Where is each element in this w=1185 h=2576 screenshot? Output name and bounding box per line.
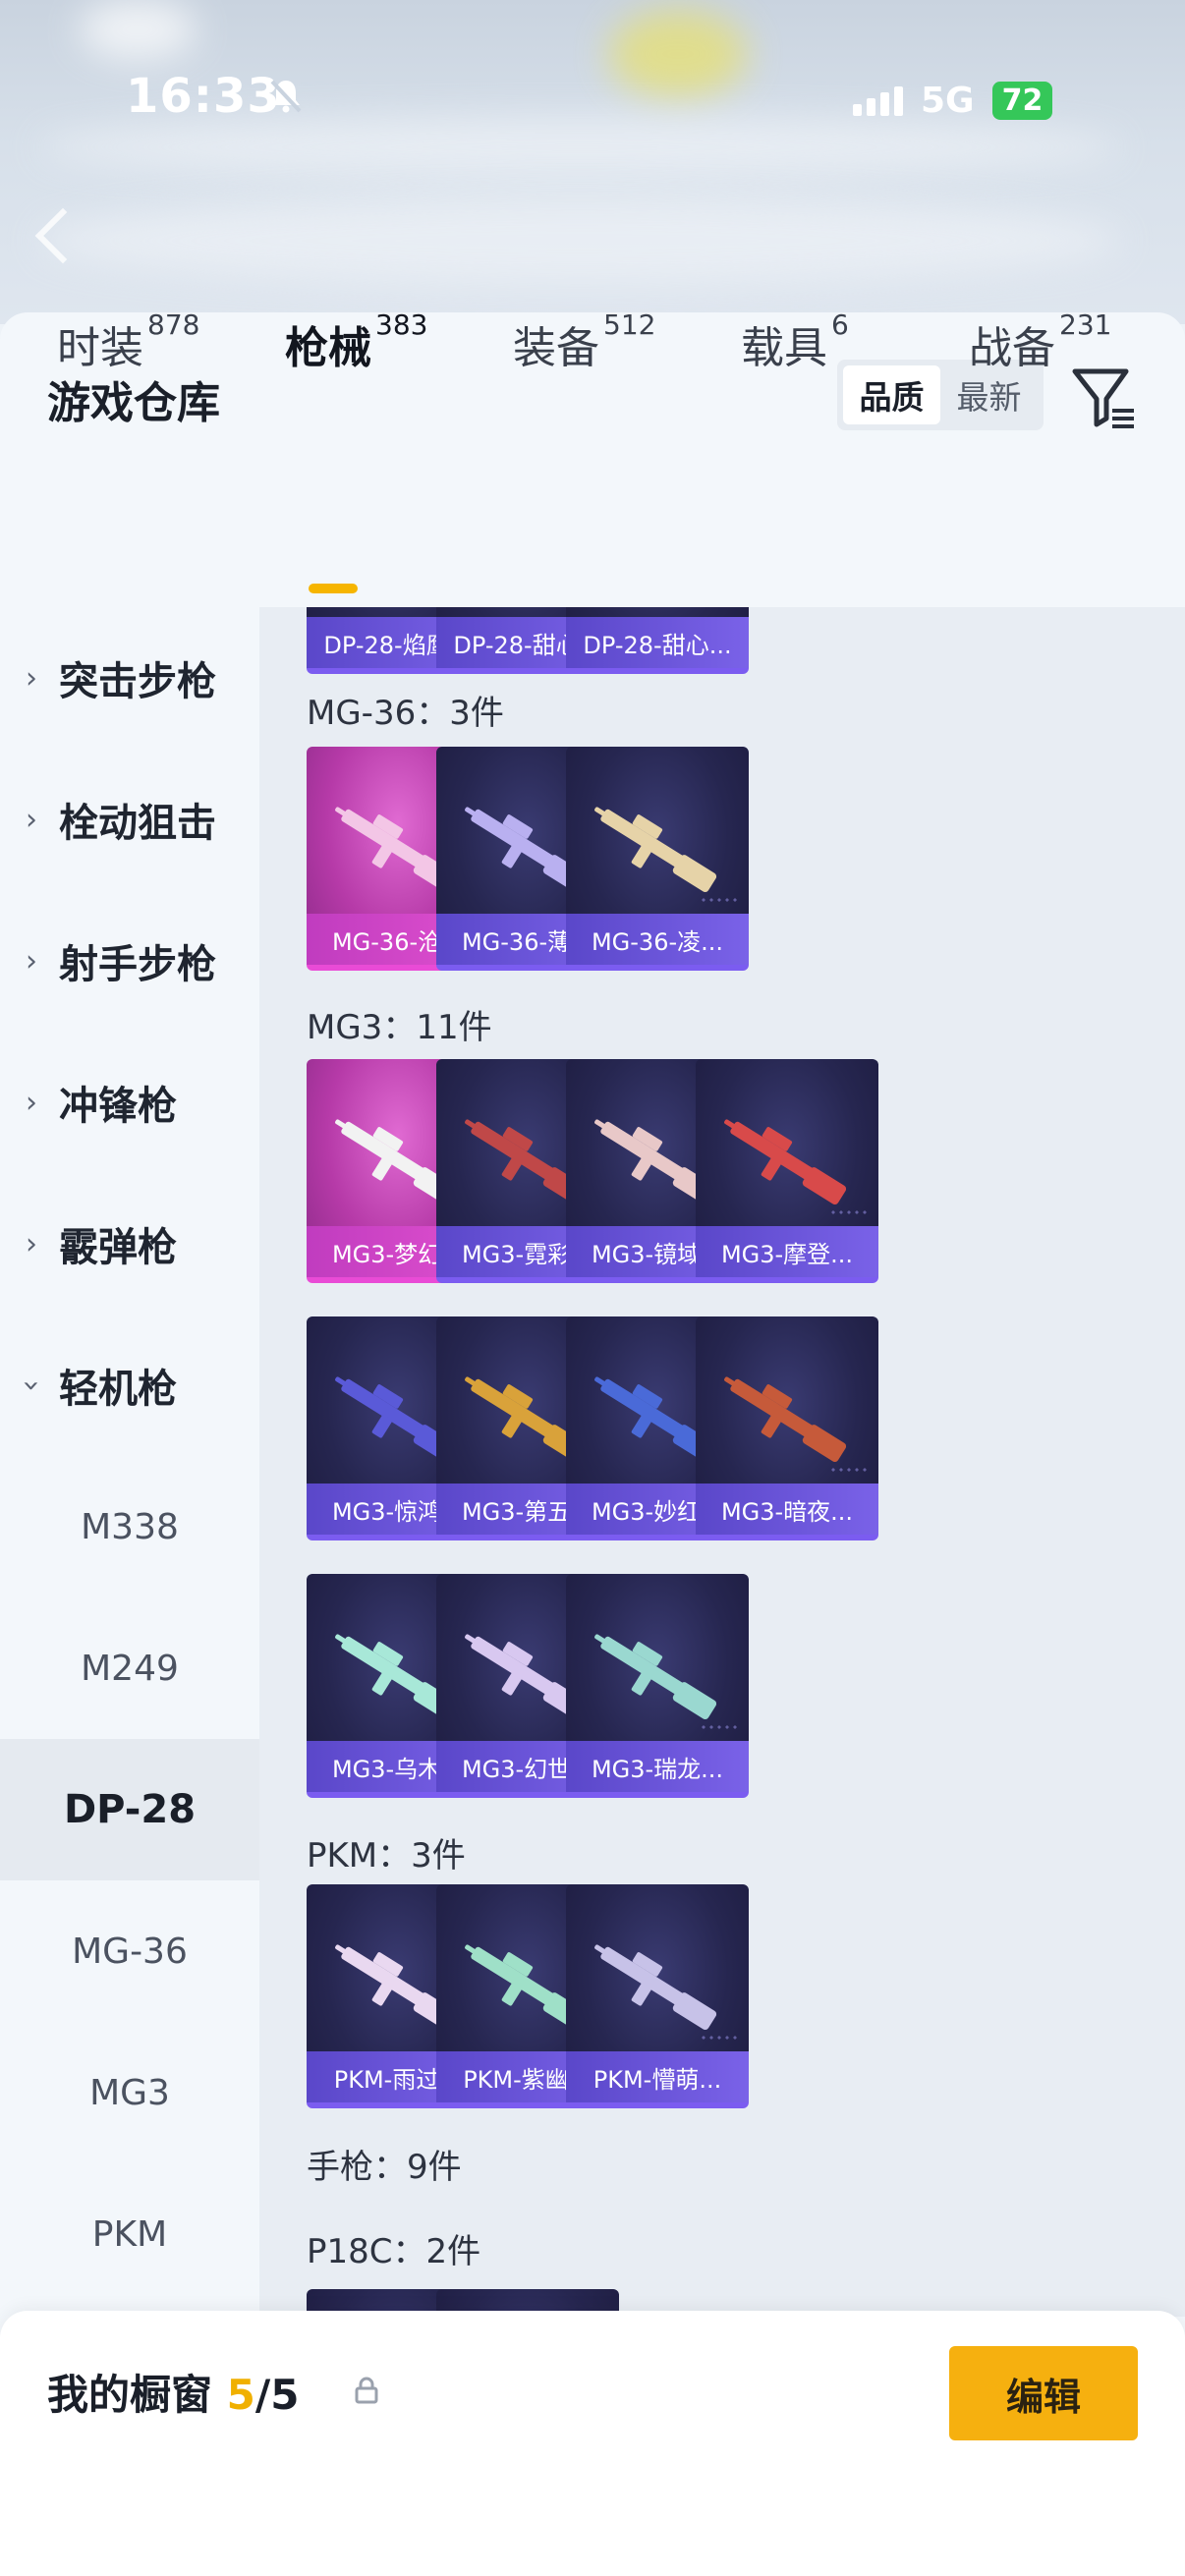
tab-label: 装备 (513, 323, 599, 373)
tab-label: 时装 (57, 323, 143, 373)
sidebar-subitem-mg3[interactable]: MG3 (0, 2022, 259, 2163)
sidebar-subitem-mg36[interactable]: MG-36 (0, 1880, 259, 2022)
chevron-right-icon: › (26, 660, 37, 696)
weapon-card[interactable]: MG3-摩登... (696, 1059, 878, 1283)
weapon-card[interactable]: MG3-瑞龙... (566, 1574, 749, 1798)
sidebar-subitem-label: M249 (81, 1648, 179, 1689)
blurred-decoration (79, 0, 197, 59)
sidebar-subitem-label: M338 (81, 1506, 179, 1547)
card-decoration (700, 896, 739, 906)
background-header: 16:33 5G 72 (0, 0, 1185, 324)
sidebar-subitem-m249[interactable]: M249 (0, 1597, 259, 1739)
tab-tactical[interactable]: 战备 231 (969, 312, 1111, 420)
bell-mute-icon (267, 77, 305, 114)
sidebar-item-marksman-rifle[interactable]: › 射手步枪 (0, 890, 259, 1032)
sidebar-item-label: 轻机枪 (59, 1367, 177, 1412)
weapon-image (724, 1119, 847, 1205)
card-decoration (700, 607, 739, 609)
group-header-pkm: PKM：3件 (307, 1836, 466, 1876)
tab-count: 512 (603, 312, 656, 341)
sidebar-item-bolt-sniper[interactable]: › 栓动狙击 (0, 749, 259, 890)
blurred-decoration (39, 196, 1120, 285)
sidebar-item-smg[interactable]: › 冲锋枪 (0, 1032, 259, 1173)
tab-count: 878 (147, 312, 200, 341)
tab-count: 6 (831, 312, 849, 341)
sidebar-item-assault-rifle[interactable]: › 突击步枪 (0, 607, 259, 749)
sidebar-item-label: 突击步枪 (59, 659, 216, 704)
weapon-card[interactable]: PKM-懵萌... (566, 1884, 749, 2108)
weapon-card[interactable]: MG3-暗夜... (696, 1316, 878, 1540)
weapon-image (594, 807, 717, 893)
tab-label: 战备 (969, 323, 1055, 373)
group-header-pistol: 手枪：9件 (307, 2148, 462, 2187)
weapon-name: MG3-瑞龙... (566, 1741, 749, 1792)
sidebar-subitem-label: MG-36 (72, 1931, 188, 1972)
sidebar-item-label: 冲锋枪 (59, 1084, 177, 1129)
showcase-total: /5 (254, 2371, 300, 2419)
chevron-down-icon: › (14, 1379, 49, 1391)
sidebar-item-lmg[interactable]: › 轻机枪 (0, 1315, 259, 1456)
tab-fashion[interactable]: 时装 878 (57, 312, 199, 420)
warehouse-sheet: 游戏仓库 品质 最新 时装 878 枪械 383 装备 512 载具 6 战备 231 ›… (0, 312, 1185, 2576)
weapon-name: PKM-懵萌... (566, 2051, 749, 2102)
showcase-title: 我的橱窗 (47, 2371, 213, 2419)
card-decoration (700, 2034, 739, 2044)
edit-button[interactable]: 编辑 (949, 2346, 1138, 2440)
tab-count: 383 (375, 312, 428, 341)
category-sidebar: › 突击步枪 › 栓动狙击 › 射手步枪 › 冲锋枪 › 霰弹枪 › 轻机枪 M… (0, 607, 259, 2576)
status-time: 16:33 (126, 69, 281, 124)
showcase-bar: 我的橱窗 5/5 编辑 (0, 2311, 1185, 2576)
weapon-card[interactable]: DP-28-甜心... (566, 607, 749, 674)
card-decoration (829, 1466, 869, 1476)
weapon-image (724, 1376, 847, 1463)
item-grid: MG-36：3件 MG3：11件 PKM：3件 手枪：9件 P18C：2件 DP… (259, 607, 1185, 2317)
weapon-name: MG-36-凌... (566, 914, 749, 965)
network-type: 5G (921, 81, 975, 121)
group-header-mg36: MG-36：3件 (307, 694, 504, 733)
sidebar-subitem-label: PKM (91, 2213, 168, 2255)
chevron-right-icon: › (26, 802, 37, 837)
sidebar-subitem-pkm[interactable]: PKM (0, 2163, 259, 2305)
card-decoration (700, 1723, 739, 1733)
sidebar-subitem-label: MG3 (89, 2072, 170, 2113)
status-indicators: 5G 72 (853, 81, 1053, 121)
showcase-current: 5 (226, 2371, 255, 2419)
chevron-right-icon: › (26, 943, 37, 979)
showcase-label: 我的橱窗 5/5 (47, 2362, 299, 2422)
tab-count: 231 (1059, 312, 1112, 341)
sidebar-item-label: 射手步枪 (59, 942, 216, 987)
tab-firearms[interactable]: 枪械 383 (285, 312, 427, 420)
sidebar-subitem-m338[interactable]: M338 (0, 1456, 259, 1597)
sidebar-item-shotgun[interactable]: › 霰弹枪 (0, 1173, 259, 1315)
group-header-p18c: P18C：2件 (307, 2232, 481, 2271)
tab-indicator (309, 584, 358, 593)
sidebar-subitem-label: DP-28 (63, 1787, 197, 1832)
weapon-image (594, 1634, 717, 1720)
sidebar-item-label: 栓动狙击 (59, 801, 216, 846)
blurred-decoration (609, 10, 747, 98)
tab-vehicles[interactable]: 载具 6 (741, 312, 849, 420)
weapon-image (594, 1944, 717, 2031)
battery-level: 72 (991, 82, 1053, 120)
weapon-card[interactable]: MG-36-凌... (566, 747, 749, 971)
sort-quality-button[interactable]: 品质 (843, 365, 940, 424)
group-header-mg3: MG3：11件 (307, 1008, 492, 1047)
lock-icon (352, 2376, 381, 2405)
blurred-decoration (39, 118, 1120, 177)
tab-equipment[interactable]: 装备 512 (513, 312, 655, 420)
sidebar-item-label: 霰弹枪 (59, 1225, 177, 1270)
weapon-name: MG3-暗夜... (696, 1484, 878, 1535)
tab-label: 载具 (741, 323, 827, 373)
weapon-name: MG3-摩登... (696, 1226, 878, 1277)
signal-icon (853, 85, 903, 116)
card-decoration (829, 1208, 869, 1218)
weapon-name: DP-28-甜心... (566, 617, 749, 668)
chevron-right-icon: › (26, 1085, 37, 1120)
chevron-right-icon: › (26, 1226, 37, 1261)
showcase-count: 5/5 (227, 2371, 300, 2419)
sidebar-subitem-dp28[interactable]: DP-28 (0, 1739, 259, 1880)
tab-label: 枪械 (285, 323, 371, 373)
